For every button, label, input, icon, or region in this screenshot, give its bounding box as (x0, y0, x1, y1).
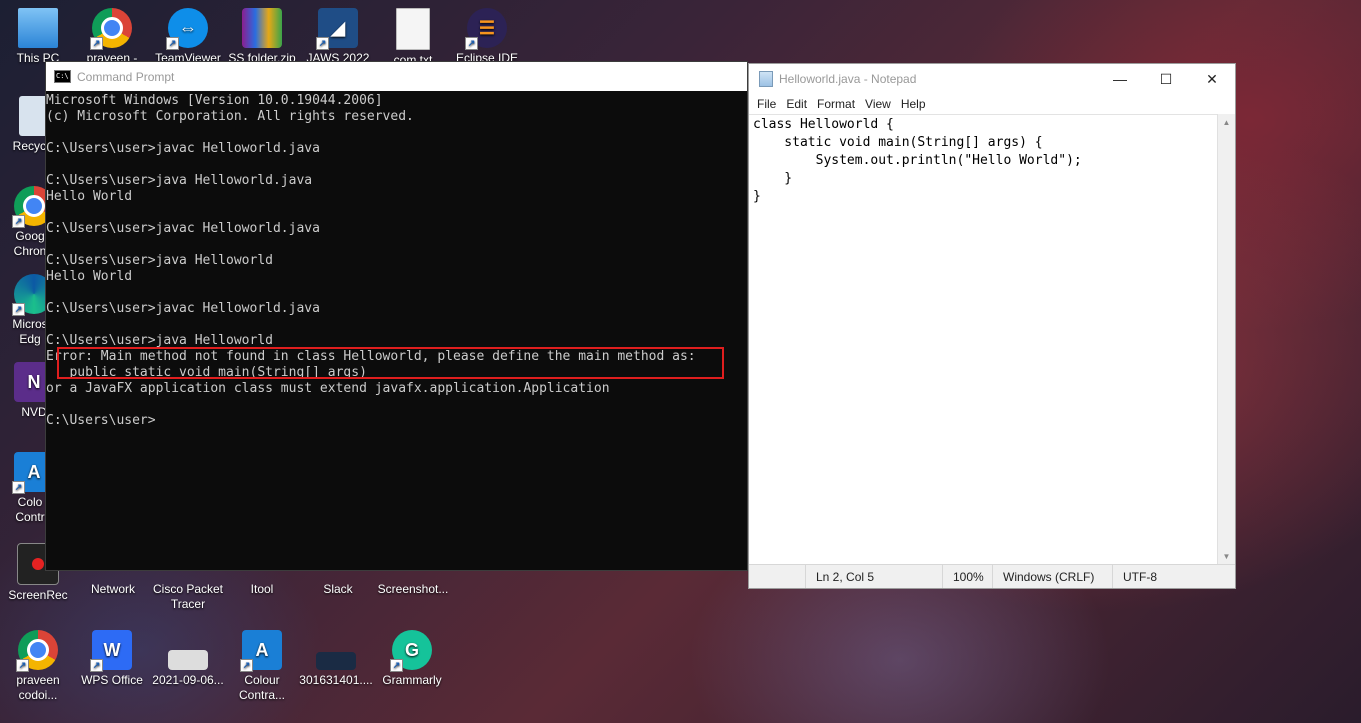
desktop-icon-ss-folder-zip[interactable]: SS folder.zip (224, 8, 300, 66)
desktop-icon-label: Goog Chron (13, 229, 47, 258)
desktop-icon-praveen[interactable]: ↗ praveen - (74, 8, 150, 66)
maximize-button[interactable]: ☐ (1143, 64, 1189, 94)
colour-contrast-icon: A ↗ (240, 630, 282, 672)
console-line: Hello World (46, 189, 133, 204)
vertical-scrollbar[interactable]: ▲ ▼ (1217, 114, 1235, 565)
grammarly-icon: G ↗ (390, 630, 432, 672)
console-line: C:\Users\user>javac Helloworld.java (46, 301, 320, 316)
desktop-icon-wps-office[interactable]: W ↗ WPS Office (74, 630, 150, 688)
desktop-icon-itool[interactable]: Itool (224, 582, 300, 597)
desktop-icon-praveen-codoi[interactable]: ↗ praveen codoi... (0, 630, 76, 703)
desktop-icon-grammarly[interactable]: G ↗ Grammarly (374, 630, 450, 688)
desktop-icon-301631401[interactable]: 301631401.... (298, 630, 374, 688)
console-line: C:\Users\user>java Helloworld (46, 253, 273, 268)
terminal-icon: C:\ (54, 70, 71, 83)
cmd-titlebar[interactable]: C:\ Command Prompt (46, 62, 747, 91)
desktop-icon-cisco[interactable]: Cisco Packet Tracer (150, 582, 226, 612)
desktop-icon-this-pc[interactable]: This PC (0, 8, 76, 66)
code-line: static void main(String[] args) { (753, 135, 1043, 150)
menu-view[interactable]: View (860, 94, 896, 114)
menu-help[interactable]: Help (896, 94, 931, 114)
desktop-icon-label: Colo Contr (15, 495, 45, 524)
status-spacer (749, 565, 805, 588)
wps-icon: W ↗ (90, 630, 132, 672)
console-line: Hello World (46, 269, 133, 284)
notepad-title: Helloworld.java - Notepad (779, 72, 917, 86)
notepad-titlebar[interactable]: Helloworld.java - Notepad — ☐ ✕ (749, 64, 1235, 94)
notepad-window[interactable]: Helloworld.java - Notepad — ☐ ✕ File Edi… (748, 63, 1236, 589)
menu-edit[interactable]: Edit (781, 94, 812, 114)
desktop-icon-eclipse[interactable]: ☰ ↗ Eclipse IDE (449, 8, 525, 66)
desktop-icon-label: Colour Contra... (238, 673, 286, 702)
status-position: Ln 2, Col 5 (805, 565, 942, 588)
teamviewer-icon: ⇔ ↗ (166, 8, 208, 50)
desktop-icon-label: Slack (323, 582, 353, 596)
desktop-icon-2021-09-06[interactable]: 2021-09-06... (150, 630, 226, 688)
code-line: } (753, 189, 761, 204)
notepad-icon (759, 71, 773, 87)
desktop-icon-label: Micros Edg (12, 317, 48, 346)
cmd-console[interactable]: Microsoft Windows [Version 10.0.19044.20… (46, 91, 747, 429)
desktop-icon-label: Network (90, 582, 135, 596)
image-file-icon (316, 652, 356, 670)
console-line: C:\Users\user>javac Helloworld.java (46, 221, 320, 236)
console-line: or a JavaFX application class must exten… (46, 381, 610, 396)
status-line-ending: Windows (CRLF) (992, 565, 1112, 588)
desktop-icon-label: praveen codoi... (16, 673, 60, 702)
pc-icon (18, 8, 58, 48)
chrome-icon: ↗ (16, 630, 58, 672)
desktop-icon-label: Grammarly (382, 673, 442, 687)
console-line: C:\Users\user>java Helloworld.java (46, 173, 313, 188)
notepad-menubar: File Edit Format View Help (749, 94, 1235, 114)
desktop-icon-label: Itool (250, 582, 274, 596)
desktop-icon-colour-contrast-2[interactable]: A ↗ Colour Contra... (224, 630, 300, 703)
desktop-icon-slack[interactable]: Slack (300, 582, 376, 597)
command-prompt-window[interactable]: C:\ Command Prompt Microsoft Windows [Ve… (45, 61, 748, 571)
status-zoom: 100% (942, 565, 992, 588)
error-highlight-box (57, 347, 724, 379)
chrome-icon: ↗ (90, 8, 132, 50)
console-line: (c) Microsoft Corporation. All rights re… (46, 109, 414, 124)
code-line: System.out.println("Hello World"); (753, 153, 1082, 168)
code-line: } (753, 171, 793, 186)
text-file-icon (396, 8, 430, 50)
desktop-icon-label: Cisco Packet Tracer (152, 582, 224, 611)
cmd-title: Command Prompt (77, 69, 175, 84)
desktop-icon-label: 2021-09-06... (152, 673, 224, 687)
desktop-icon-screenshot[interactable]: Screenshot... (375, 582, 451, 597)
console-line: C:\Users\user>javac Helloworld.java (46, 141, 320, 156)
code-line: class Helloworld { (753, 117, 894, 132)
console-line: Microsoft Windows [Version 10.0.19044.20… (46, 93, 383, 108)
menu-format[interactable]: Format (812, 94, 860, 114)
desktop-icon-jaws[interactable]: ◢ ↗ JAWS 2022 (300, 8, 376, 66)
minimize-button[interactable]: — (1097, 64, 1143, 94)
desktop-icon-label: 301631401.... (299, 673, 373, 687)
menu-file[interactable]: File (752, 94, 781, 114)
desktop-icon-network[interactable]: Network (75, 582, 151, 597)
desktop-icon-label: ScreenRec (8, 588, 68, 602)
desktop-icon-label: Screenshot... (377, 582, 449, 596)
jaws-icon: ◢ ↗ (316, 8, 358, 50)
desktop-icon-teamviewer[interactable]: ⇔ ↗ TeamViewer (150, 8, 226, 66)
zip-icon (242, 8, 282, 48)
image-file-icon (168, 650, 208, 670)
status-encoding: UTF-8 (1112, 565, 1232, 588)
close-button[interactable]: ✕ (1189, 64, 1235, 94)
notepad-text-area[interactable]: class Helloworld { static void main(Stri… (749, 114, 1218, 565)
desktop-icon-com-txt[interactable]: com.txt (375, 8, 451, 68)
scroll-up-icon[interactable]: ▲ (1218, 114, 1235, 131)
notepad-statusbar: Ln 2, Col 5 100% Windows (CRLF) UTF-8 (749, 564, 1235, 588)
eclipse-icon: ☰ ↗ (465, 8, 507, 50)
scroll-down-icon[interactable]: ▼ (1218, 548, 1235, 565)
desktop-icon-label: WPS Office (81, 673, 143, 687)
console-prompt[interactable]: C:\Users\user> (46, 413, 747, 429)
